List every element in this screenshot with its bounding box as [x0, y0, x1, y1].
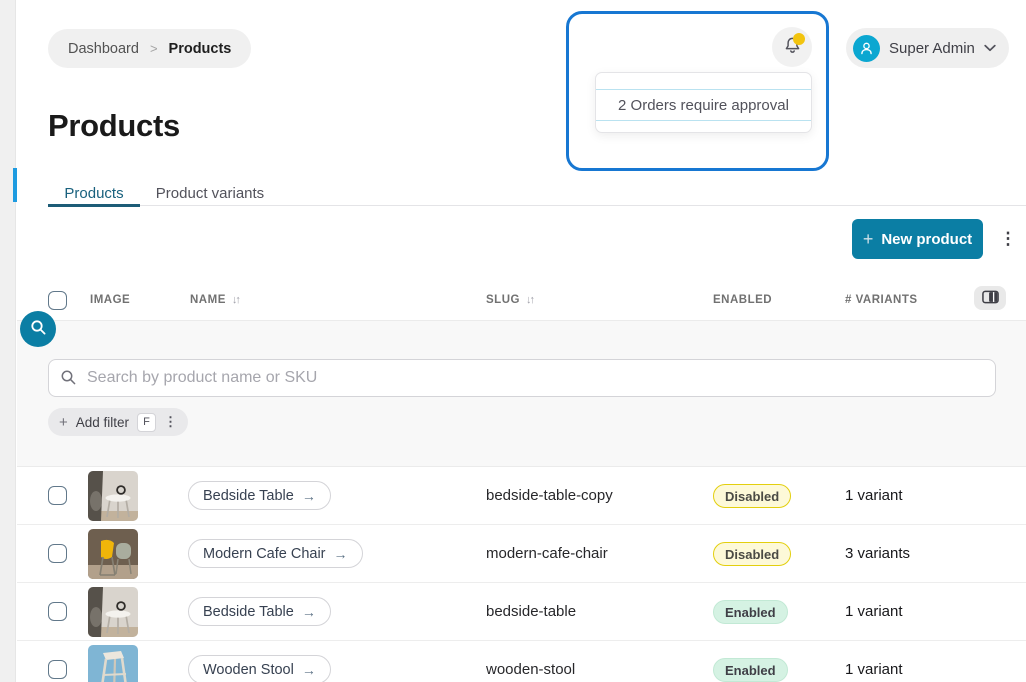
status-badge: Disabled [713, 542, 791, 566]
column-picker-button[interactable] [974, 286, 1006, 310]
add-filter-button[interactable]: + Add filter F ⋮ [48, 408, 188, 436]
notification-item[interactable]: 2 Orders require approval [596, 89, 811, 121]
notification-badge-dot [793, 33, 805, 45]
plus-icon: + [863, 229, 874, 250]
column-header-image: IMAGE [90, 294, 130, 306]
product-slug: wooden-stool [486, 661, 575, 678]
breadcrumb-current: Products [169, 41, 232, 57]
notification-popup: 2 Orders require approval [595, 72, 812, 133]
notifications-button[interactable] [772, 27, 812, 67]
arrow-right-icon: → [334, 546, 348, 562]
product-slug: bedside-table-copy [486, 487, 613, 504]
breadcrumb-dashboard-link[interactable]: Dashboard [68, 41, 139, 57]
sort-icon[interactable]: ↓↑ [232, 294, 239, 306]
search-fab-button[interactable] [20, 311, 56, 347]
filter-options-icon[interactable]: ⋮ [164, 414, 177, 430]
status-badge: Disabled [713, 484, 791, 508]
column-header-name[interactable]: NAME↓↑ [190, 294, 239, 306]
column-header-slug[interactable]: SLUG↓↑ [486, 294, 533, 306]
chevron-down-icon [984, 39, 996, 57]
user-menu[interactable]: Super Admin [846, 28, 1009, 68]
more-actions-button[interactable]: ⋮ [997, 225, 1019, 253]
arrow-right-icon: → [302, 604, 316, 620]
sort-icon[interactable]: ↓↑ [526, 294, 533, 306]
bedside-table-photo [88, 587, 138, 637]
status-badge: Enabled [713, 658, 788, 682]
product-name: Modern Cafe Chair [203, 546, 326, 562]
product-name-link[interactable]: Bedside Table → [188, 597, 331, 626]
new-product-label: New product [881, 231, 972, 248]
product-name: Bedside Table [203, 604, 294, 620]
new-product-button[interactable]: + New product [852, 219, 983, 259]
arrow-right-icon: → [302, 662, 316, 678]
table-row: Modern Cafe Chair → modern-cafe-chair Di… [17, 525, 1026, 583]
tabs-divider [48, 205, 1026, 206]
active-tab-underline [48, 204, 140, 207]
breadcrumb: Dashboard > Products [48, 29, 251, 68]
search-field-wrapper [48, 359, 996, 397]
search-input[interactable] [48, 359, 996, 397]
table-row: Bedside Table → bedside-table Enabled 1 … [17, 583, 1026, 641]
shortcut-key-badge: F [137, 413, 156, 432]
product-name-link[interactable]: Modern Cafe Chair → [188, 539, 363, 568]
product-slug: modern-cafe-chair [486, 545, 608, 562]
product-name-link[interactable]: Bedside Table → [188, 481, 331, 510]
row-checkbox[interactable] [48, 602, 67, 621]
product-name: Wooden Stool [203, 662, 294, 678]
wooden-stool-photo [88, 645, 138, 682]
sidebar-rail[interactable] [0, 0, 16, 682]
page-title: Products [48, 108, 180, 144]
tab-product-variants[interactable]: Product variants [140, 180, 280, 206]
column-header-enabled: ENABLED [713, 294, 772, 306]
row-checkbox[interactable] [48, 486, 67, 505]
variant-count: 1 variant [845, 603, 903, 620]
select-all-checkbox[interactable] [48, 291, 67, 310]
add-filter-label: Add filter [76, 415, 129, 430]
variant-count: 1 variant [845, 487, 903, 504]
row-checkbox[interactable] [48, 660, 67, 679]
products-admin-page: Dashboard > Products Super Admin [0, 0, 1026, 682]
arrow-right-icon: → [302, 488, 316, 504]
product-name-link[interactable]: Wooden Stool → [188, 655, 331, 682]
status-badge: Enabled [713, 600, 788, 624]
breadcrumb-separator: > [150, 41, 158, 56]
search-icon [30, 319, 47, 339]
search-icon [60, 369, 77, 391]
variant-count: 1 variant [845, 661, 903, 678]
product-slug: bedside-table [486, 603, 576, 620]
plus-icon: + [59, 414, 68, 431]
cafe-chair-photo [88, 529, 138, 579]
variant-count: 3 variants [845, 545, 910, 562]
row-checkbox[interactable] [48, 544, 67, 563]
columns-icon [982, 290, 999, 307]
table-row: Wooden Stool → wooden-stool Enabled 1 va… [17, 641, 1026, 682]
product-name: Bedside Table [203, 488, 294, 504]
avatar [853, 35, 880, 62]
bedside-table-photo [88, 471, 138, 521]
tab-products[interactable]: Products [48, 180, 140, 206]
column-header-variants: # VARIANTS [845, 294, 918, 306]
sidebar-active-indicator [13, 168, 17, 202]
user-name: Super Admin [889, 40, 975, 57]
table-row: Bedside Table → bedside-table-copy Disab… [17, 467, 1026, 525]
